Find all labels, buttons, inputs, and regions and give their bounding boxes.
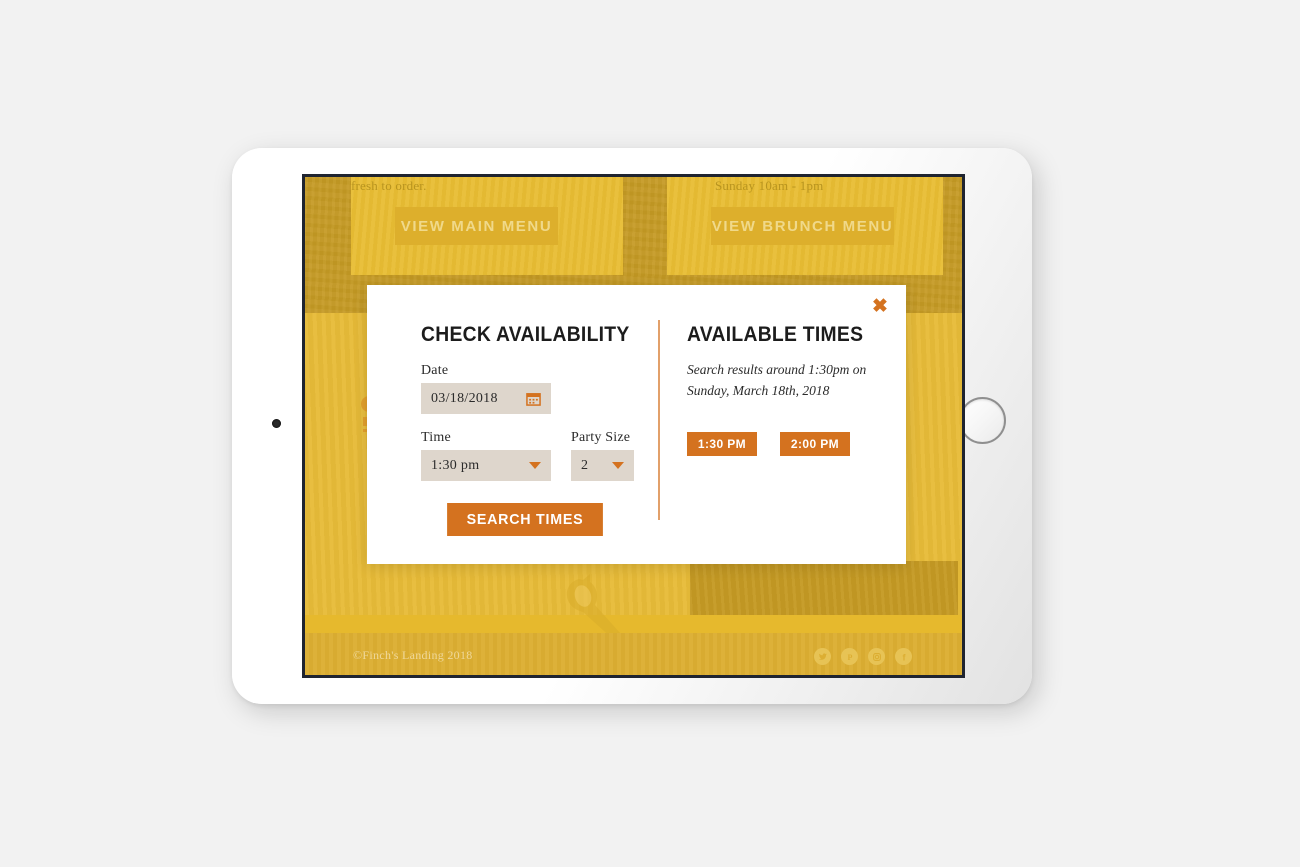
- footer-copyright: ©Finch's Landing 2018: [353, 648, 473, 662]
- check-availability-panel: CHECK AVAILABILITY Date 03/18/2018 Time …: [421, 323, 651, 536]
- svg-text:f: f: [902, 652, 906, 662]
- time-value: 1:30 pm: [431, 457, 480, 473]
- time-select[interactable]: 1:30 pm: [421, 450, 551, 481]
- instagram-icon[interactable]: [868, 648, 885, 665]
- brunch-menu-caption: Sunday 10am - 1pm: [715, 178, 824, 193]
- available-times-panel: AVAILABLE TIMES Search results around 1:…: [687, 323, 872, 456]
- time-party-row: Time 1:30 pm Party Size 2: [421, 414, 651, 481]
- party-size-value: 2: [581, 457, 589, 473]
- home-button[interactable]: [959, 397, 1006, 444]
- check-availability-heading: CHECK AVAILABILITY: [421, 323, 630, 346]
- facebook-icon[interactable]: f: [895, 648, 912, 665]
- view-main-menu-button[interactable]: VIEW MAIN MENU: [395, 207, 558, 245]
- front-camera-icon: [272, 419, 281, 428]
- main-menu-caption: fresh to order.: [351, 178, 427, 193]
- party-size-label: Party Size: [571, 430, 631, 445]
- date-label: Date: [421, 363, 449, 378]
- search-times-button[interactable]: SEARCH TIMES: [447, 503, 603, 536]
- view-brunch-menu-button[interactable]: VIEW BRUNCH MENU: [711, 207, 894, 245]
- date-value: 03/18/2018: [431, 390, 498, 406]
- tablet-device: fresh to order. Sunday 10am - 1pm VIEW M…: [232, 148, 1032, 704]
- svg-text:P: P: [847, 653, 852, 662]
- date-input[interactable]: 03/18/2018: [421, 383, 551, 414]
- time-label: Time: [421, 430, 451, 445]
- page-content-panel: [690, 561, 958, 615]
- available-times-heading: AVAILABLE TIMES: [687, 323, 864, 346]
- screen-bezel: fresh to order. Sunday 10am - 1pm VIEW M…: [302, 174, 965, 678]
- chevron-down-icon: [529, 462, 541, 469]
- screenshot-stage: fresh to order. Sunday 10am - 1pm VIEW M…: [0, 0, 1300, 867]
- modal-column-divider: [658, 320, 660, 520]
- time-slot-button[interactable]: 2:00 PM: [780, 431, 850, 456]
- pinterest-icon[interactable]: P: [841, 648, 858, 665]
- screen: fresh to order. Sunday 10am - 1pm VIEW M…: [305, 177, 962, 675]
- twitter-icon[interactable]: [814, 648, 831, 665]
- chevron-down-icon: [612, 462, 624, 469]
- party-size-select[interactable]: 2: [571, 450, 634, 481]
- time-slot-list: 1:30 PM 2:00 PM: [687, 431, 872, 456]
- footer-social-links: P f: [814, 648, 912, 665]
- close-icon[interactable]: ✖: [871, 297, 889, 316]
- calendar-icon[interactable]: [526, 391, 541, 406]
- time-field-group: Time 1:30 pm: [421, 414, 551, 481]
- time-slot-button[interactable]: 1:30 PM: [687, 431, 757, 456]
- party-size-field-group: Party Size 2: [571, 414, 634, 481]
- search-results-summary: Search results around 1:30pm on Sunday, …: [687, 362, 867, 398]
- check-availability-modal: ✖ CHECK AVAILABILITY Date 03/18/2018 Tim…: [367, 285, 906, 564]
